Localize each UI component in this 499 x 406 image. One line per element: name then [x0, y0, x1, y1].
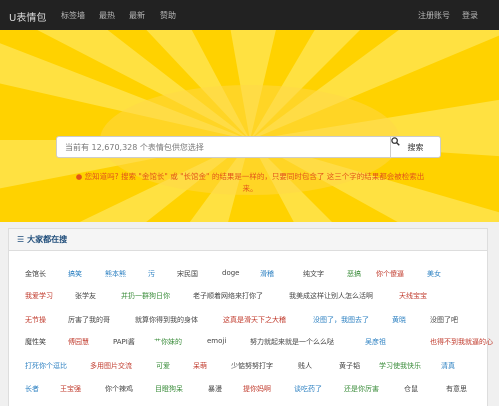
hot-tag[interactable]: 黄晓 — [392, 315, 406, 325]
hot-tag[interactable]: 还是你厉害 — [344, 384, 379, 394]
brand-logo[interactable]: U表情包 — [9, 9, 46, 24]
search-tip-line2: 来。 — [242, 184, 258, 193]
hot-tag[interactable]: 天线宝宝 — [399, 291, 427, 301]
top-navbar: U表情包 标签墙 最热 最新 赞助 注册账号 登录 — [0, 0, 499, 30]
hot-tag[interactable]: 我爱学习 — [25, 291, 53, 301]
hot-tag[interactable]: 金馆长 — [25, 269, 46, 279]
hero-banner: 搜索 ● 您知道吗? 搜索 "金馆长" 或 "长馆金" 的结果是一样的，只要同时… — [0, 30, 499, 222]
info-icon: ● — [75, 172, 83, 181]
hot-tag[interactable]: 没图了吧 — [430, 315, 458, 325]
hot-tag[interactable]: 纯文字 — [303, 269, 324, 279]
hot-tag[interactable]: 贱人 — [298, 361, 312, 371]
hot-tag[interactable]: 黄子韬 — [339, 361, 360, 371]
hot-tag[interactable]: 恶搞 — [347, 269, 361, 279]
hot-tag[interactable]: 学习使我快乐 — [379, 361, 421, 371]
search-box: 搜索 — [56, 136, 441, 158]
search-button[interactable]: 搜索 — [391, 137, 440, 157]
hot-tag[interactable]: 王宝强 — [60, 384, 81, 394]
hot-tag[interactable]: 可爱 — [156, 361, 170, 371]
nav-link-sponsor[interactable]: 赞助 — [160, 10, 176, 21]
hot-tag[interactable]: 污 — [148, 269, 155, 279]
hot-tag[interactable]: 少惦努努打字 — [231, 361, 273, 371]
nav-link-hot[interactable]: 最热 — [99, 10, 115, 21]
search-input[interactable] — [57, 137, 390, 157]
hot-tag[interactable]: 谈吃药了 — [294, 384, 322, 394]
hot-tag[interactable]: 我美成这样让别人怎么活啊 — [289, 291, 373, 301]
hot-tag[interactable]: 你个辣鸡 — [105, 384, 133, 394]
hot-tag[interactable]: 这真是滑天下之大稽 — [223, 315, 286, 325]
hot-tag[interactable]: 仓鼠 — [404, 384, 418, 394]
hot-tag[interactable]: 艹你妹的 — [154, 337, 182, 347]
search-icon — [391, 137, 400, 146]
nav-link-new[interactable]: 最新 — [129, 10, 145, 21]
hot-tag[interactable]: 暴漫 — [208, 384, 222, 394]
search-button-label: 搜索 — [407, 142, 424, 152]
hot-tag[interactable]: 就算你得到我的身体 — [135, 315, 198, 325]
hot-tag[interactable]: 提你妈啊 — [243, 384, 271, 394]
hot-tag[interactable]: 魔性笑 — [25, 337, 46, 347]
hot-tag[interactable]: 老子顺着网络来打你了 — [193, 291, 263, 301]
hot-tag[interactable]: 搞笑 — [68, 269, 82, 279]
hot-tag[interactable]: 并扔一群狗日你 — [121, 291, 170, 301]
hot-tag[interactable]: 傅园慧 — [68, 337, 89, 347]
hot-tag[interactable]: 宋民国 — [177, 269, 198, 279]
hot-tag[interactable]: 长者 — [25, 384, 39, 394]
hot-tag[interactable]: 努力就起来就是一个么么哒 — [250, 337, 334, 347]
hot-tag[interactable]: 你个傻逼 — [376, 269, 404, 279]
list-icon: ☰ — [17, 235, 25, 244]
hot-tag[interactable]: 也得不到我就逼的心 — [430, 337, 493, 347]
hot-tag[interactable]: 没图了，我图去了 — [313, 315, 369, 325]
hot-tag[interactable]: 厉害了我的哥 — [68, 315, 110, 325]
hot-tag[interactable]: 目瞪狗呆 — [155, 384, 183, 394]
hot-tag[interactable]: 多用图片交流 — [90, 361, 132, 371]
panel-title: 大家都在搜 — [27, 235, 68, 244]
nav-link-tag-wall[interactable]: 标签墙 — [61, 10, 85, 21]
hot-tag[interactable]: PAPI酱 — [113, 337, 135, 347]
hot-tag[interactable]: 吴彦祖 — [365, 337, 386, 347]
hot-tag[interactable]: doge — [222, 269, 239, 277]
hot-tag[interactable]: 打死你个逗比 — [25, 361, 67, 371]
search-tip: ● 您知道吗? 搜索 "金馆长" 或 "长馆金" 的结果是一样的，只要同时包含了… — [60, 171, 440, 195]
hot-tag[interactable]: 无节操 — [25, 315, 46, 325]
hot-tag[interactable]: 呆萌 — [193, 361, 207, 371]
hot-tag[interactable]: 张学友 — [75, 291, 96, 301]
hot-tag[interactable]: 滑稽 — [260, 269, 274, 279]
hot-tag[interactable]: 有意思 — [446, 384, 467, 394]
register-link[interactable]: 注册账号 — [418, 10, 450, 21]
login-link[interactable]: 登录 — [462, 10, 478, 21]
hot-tag[interactable]: 熊本熊 — [105, 269, 126, 279]
panel-header: ☰ 大家都在搜 — [9, 229, 487, 251]
hot-tag[interactable]: emoji — [207, 337, 226, 345]
hot-searches-panel: ☰ 大家都在搜 金馆长 搞笑 熊本熊 污 宋民国 doge 滑稽 纯文字 恶搞 你个傻逼 美女我爱学… — [8, 228, 493, 406]
search-tip-line1: 您知道吗? 搜索 "金馆长" 或 "长馆金" 的结果是一样的，只要同时包含了 这… — [84, 172, 425, 181]
hot-tag[interactable]: 清真 — [441, 361, 455, 371]
hot-tag[interactable]: 美女 — [427, 269, 441, 279]
